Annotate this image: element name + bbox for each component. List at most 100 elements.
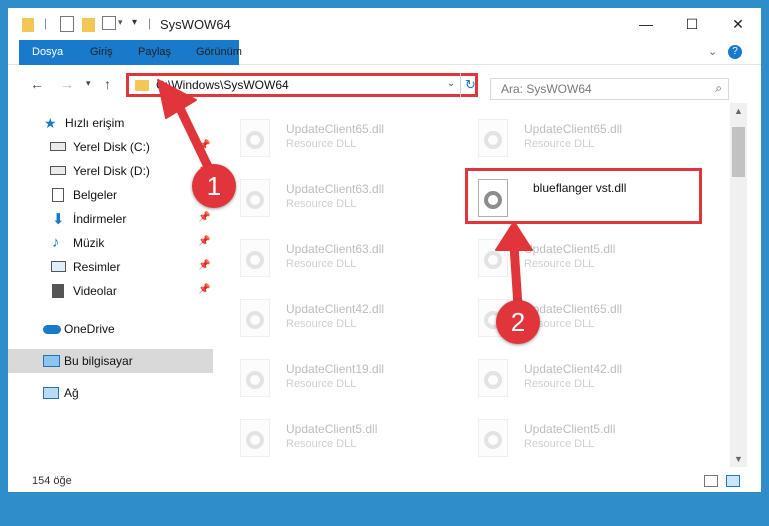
file-description: Resource DLL (524, 378, 595, 390)
address-row: ← → ▾ ↑ C:\Windows\SysWOW64 ⌄ ↻ Ara: Sys… (8, 65, 761, 103)
up-icon[interactable]: ↑ (104, 76, 111, 92)
drive-icon (50, 166, 66, 175)
sidebar-item-label: OneDrive (64, 322, 115, 336)
computer-icon (43, 355, 60, 367)
window-title: SysWOW64 (160, 17, 231, 32)
details-view-icon[interactable] (704, 475, 718, 487)
file-description: Resource DLL (524, 138, 595, 150)
sidebar-item-label: Yerel Disk (C:) (73, 140, 150, 154)
file-item[interactable]: UpdateClient5.dll Resource DLL (458, 411, 678, 467)
dll-file-icon (240, 119, 270, 157)
forward-icon[interactable]: → (60, 76, 74, 92)
dll-file-icon (240, 359, 270, 397)
search-placeholder: Ara: SysWOW64 (501, 82, 592, 96)
sidebar-item-disk-d[interactable]: Yerel Disk (D:) 📌 (8, 159, 213, 183)
sidebar-item-downloads[interactable]: ⬇ İndirmeler 📌 (8, 207, 213, 231)
address-path[interactable]: C:\Windows\SysWOW64 (156, 78, 289, 92)
tab-view[interactable]: Görünüm (184, 40, 254, 65)
sidebar-item-label: Hızlı erişim (65, 116, 125, 130)
search-icon[interactable]: ⌕ (715, 81, 722, 96)
vertical-scrollbar[interactable]: ▲ ▼ (730, 103, 747, 467)
network-icon (43, 387, 59, 399)
pin-icon[interactable]: 📌 (198, 140, 210, 151)
close-icon[interactable]: ✕ (715, 8, 761, 40)
dll-file-icon (478, 359, 508, 397)
sidebar-item-pictures[interactable]: Resimler 📌 (8, 255, 213, 279)
refresh-icon[interactable]: ↻ (460, 73, 480, 97)
sidebar-item-label: Videolar (73, 284, 117, 298)
file-description: Resource DLL (286, 438, 357, 450)
file-item[interactable]: UpdateClient19.dll Resource DLL (220, 351, 440, 407)
help-icon[interactable]: ? (728, 45, 742, 59)
search-input[interactable]: Ara: SysWOW64 ⌕ (490, 78, 729, 100)
explorer-window: | ▾ ▾ | SysWOW64 — ☐ ✕ Dosya Giriş Payla… (8, 8, 761, 492)
pin-icon[interactable]: 📌 (198, 236, 210, 247)
properties-icon[interactable] (60, 16, 74, 32)
file-name: UpdateClient42.dll (286, 302, 385, 316)
rename-icon[interactable] (102, 16, 116, 30)
videos-icon (52, 284, 64, 298)
file-name: UpdateClient63.dll (286, 242, 385, 256)
scroll-down-icon[interactable]: ▼ (734, 454, 743, 464)
step-badge-2: 2 (496, 300, 540, 344)
pin-icon[interactable]: 📌 (198, 284, 210, 295)
tab-home[interactable]: Giriş (78, 40, 125, 65)
sidebar-item-onedrive[interactable]: OneDrive (8, 317, 213, 341)
sidebar-item-music[interactable]: ♪ Müzik 📌 (8, 231, 213, 255)
cloud-icon (43, 325, 61, 334)
dll-file-icon (240, 419, 270, 457)
scroll-up-icon[interactable]: ▲ (734, 106, 743, 116)
sidebar-item-label: Resimler (73, 260, 121, 274)
recent-locations-icon[interactable]: ▾ (86, 78, 91, 89)
file-description: Resource DLL (286, 378, 357, 390)
minimize-icon[interactable]: — (623, 8, 669, 40)
chevron-down-icon[interactable]: ⌄ (447, 78, 455, 89)
maximize-icon[interactable]: ☐ (669, 8, 715, 40)
back-icon[interactable]: ← (30, 76, 44, 92)
file-description: Resource DLL (524, 438, 595, 450)
sidebar-item-this-pc[interactable]: Bu bilgisayar (8, 349, 213, 373)
divider: | (44, 16, 48, 30)
expand-ribbon-icon[interactable]: ⌄ (708, 45, 717, 58)
sidebar-item-quick-access[interactable]: ★ Hızlı erişim (8, 111, 213, 135)
address-bar[interactable]: C:\Windows\SysWOW64 ⌄ ↻ (126, 73, 478, 97)
star-icon: ★ (44, 115, 57, 131)
customize-toolbar-icon[interactable]: ▾ (132, 17, 137, 28)
file-item[interactable]: UpdateClient42.dll Resource DLL (458, 351, 678, 407)
sidebar-item-videos[interactable]: Videolar 📌 (8, 279, 213, 303)
file-item[interactable]: UpdateClient63.dll Resource DLL (220, 171, 440, 227)
dll-file-icon (478, 239, 508, 277)
file-list: UpdateClient65.dll Resource DLL UpdateCli… (220, 103, 730, 467)
large-icons-view-icon[interactable] (726, 475, 740, 487)
sidebar-item-documents[interactable]: Belgeler (8, 183, 213, 207)
ribbon-tabs: Dosya Giriş Paylaş Görünüm ⌄ ? (8, 40, 761, 96)
sidebar-item-label: İndirmeler (73, 212, 127, 226)
file-item[interactable]: UpdateClient42.dll Resource DLL (220, 291, 440, 347)
file-item[interactable]: UpdateClient65.dll Resource DLL (458, 111, 678, 167)
sidebar-item-disk-c[interactable]: Yerel Disk (C:) 📌 (8, 135, 213, 159)
file-highlight-box (465, 168, 702, 224)
pin-icon[interactable]: 📌 (198, 260, 210, 271)
pin-icon[interactable]: 📌 (198, 212, 210, 223)
file-item[interactable]: UpdateClient65.dll Resource DLL (458, 291, 678, 347)
drive-icon (50, 142, 66, 151)
file-item[interactable]: UpdateClient5.dll Resource DLL (458, 231, 678, 287)
file-description: Resource DLL (524, 258, 595, 270)
scrollbar-thumb[interactable] (732, 127, 745, 177)
file-description: Resource DLL (286, 198, 357, 210)
sidebar-item-label: Ağ (64, 386, 79, 400)
new-folder-icon[interactable] (82, 18, 95, 32)
file-item[interactable]: UpdateClient65.dll Resource DLL (220, 111, 440, 167)
chevron-down-icon[interactable]: ▾ (118, 17, 123, 28)
file-item[interactable]: UpdateClient63.dll Resource DLL (220, 231, 440, 287)
dll-file-icon (478, 419, 508, 457)
tab-share[interactable]: Paylaş (126, 40, 183, 65)
item-count: 154 öğe (32, 475, 72, 487)
sidebar-item-network[interactable]: Ağ (8, 381, 213, 405)
navigation-pane: ★ Hızlı erişim Yerel Disk (C:) 📌 Yerel D… (8, 103, 213, 467)
file-name: UpdateClient65.dll (524, 122, 623, 136)
file-description: Resource DLL (286, 138, 357, 150)
file-item[interactable]: UpdateClient5.dll Resource DLL (220, 411, 440, 467)
divider: | (148, 16, 152, 30)
sidebar-item-label: Belgeler (73, 188, 118, 202)
